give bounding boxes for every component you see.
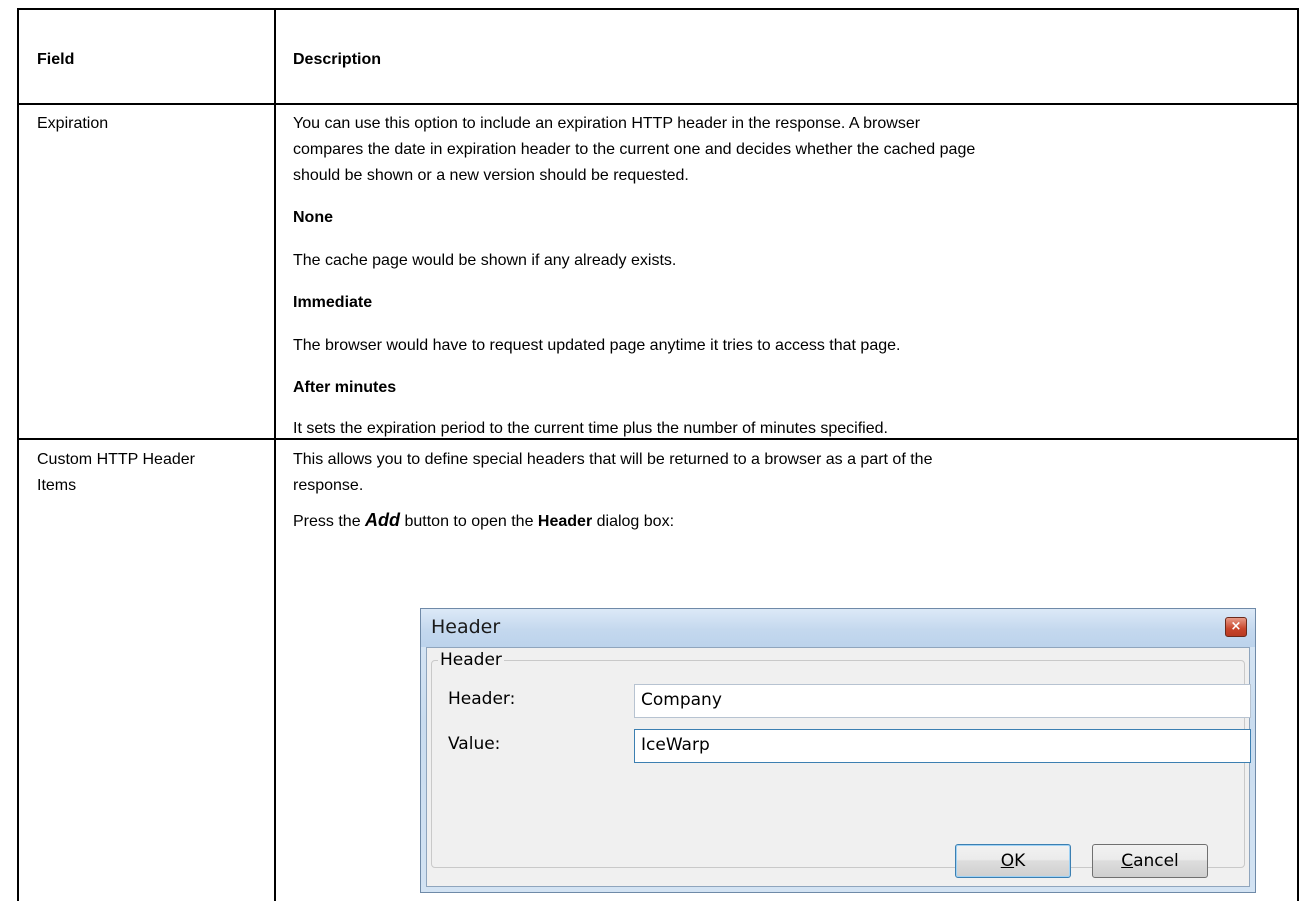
- dialog-titlebar: Header ×: [421, 609, 1255, 647]
- table-border-top: [17, 8, 1299, 10]
- header-dialog-reference: Header: [537, 513, 593, 530]
- value-field-label: Value:: [448, 734, 501, 754]
- press-text-before: Press the: [293, 513, 366, 530]
- header-dialog: Header × Header Header: Company Value: I…: [420, 608, 1256, 893]
- press-text-after: dialog box:: [592, 513, 675, 530]
- press-text-middle: button to open the: [400, 513, 538, 530]
- column-header-field: Field: [37, 51, 75, 68]
- expiration-intro-line-3: should be shown or a new version should …: [293, 167, 689, 184]
- press-add-instruction: Press the Add button to open the Header …: [293, 507, 674, 535]
- table-border-right: [1297, 8, 1299, 901]
- column-header-description: Description: [293, 51, 382, 68]
- groupbox-label: Header: [438, 650, 504, 670]
- close-icon[interactable]: ×: [1225, 617, 1247, 637]
- option-text-none: The cache page would be shown if any alr…: [293, 252, 677, 269]
- table-column-divider: [274, 8, 276, 901]
- row-field-custom-http-header-line-1: Custom HTTP Header: [37, 451, 195, 468]
- header-groupbox: Header Header: Company Value: IceWarp: [431, 650, 1251, 868]
- header-field-label: Header:: [448, 689, 516, 709]
- option-text-immediate: The browser would have to request update…: [293, 337, 901, 354]
- cancel-button[interactable]: Cancel: [1092, 844, 1208, 878]
- row-field-expiration: Expiration: [37, 115, 109, 132]
- header-field-input[interactable]: Company: [634, 684, 1251, 718]
- expiration-intro-line-1: You can use this option to include an ex…: [293, 115, 921, 132]
- table-border-left: [17, 8, 19, 901]
- option-title-immediate: Immediate: [293, 294, 373, 311]
- dialog-body: Header Header: Company Value: IceWarp OK…: [426, 647, 1251, 887]
- add-button-reference: Add: [365, 510, 401, 530]
- option-text-after-minutes: It sets the expiration period to the cur…: [293, 420, 888, 437]
- row-field-custom-http-header-line-2: Items: [37, 477, 77, 494]
- custom-header-intro-line-1: This allows you to define special header…: [293, 451, 933, 468]
- header-row-divider: [17, 103, 1299, 105]
- expiration-intro-line-2: compares the date in expiration header t…: [293, 141, 976, 158]
- option-title-after-minutes: After minutes: [293, 379, 397, 396]
- value-field-input[interactable]: IceWarp: [634, 729, 1251, 763]
- ok-button[interactable]: OK: [955, 844, 1071, 878]
- dialog-title: Header: [431, 616, 501, 638]
- custom-header-intro-line-2: response.: [293, 477, 364, 494]
- option-title-none: None: [293, 209, 333, 226]
